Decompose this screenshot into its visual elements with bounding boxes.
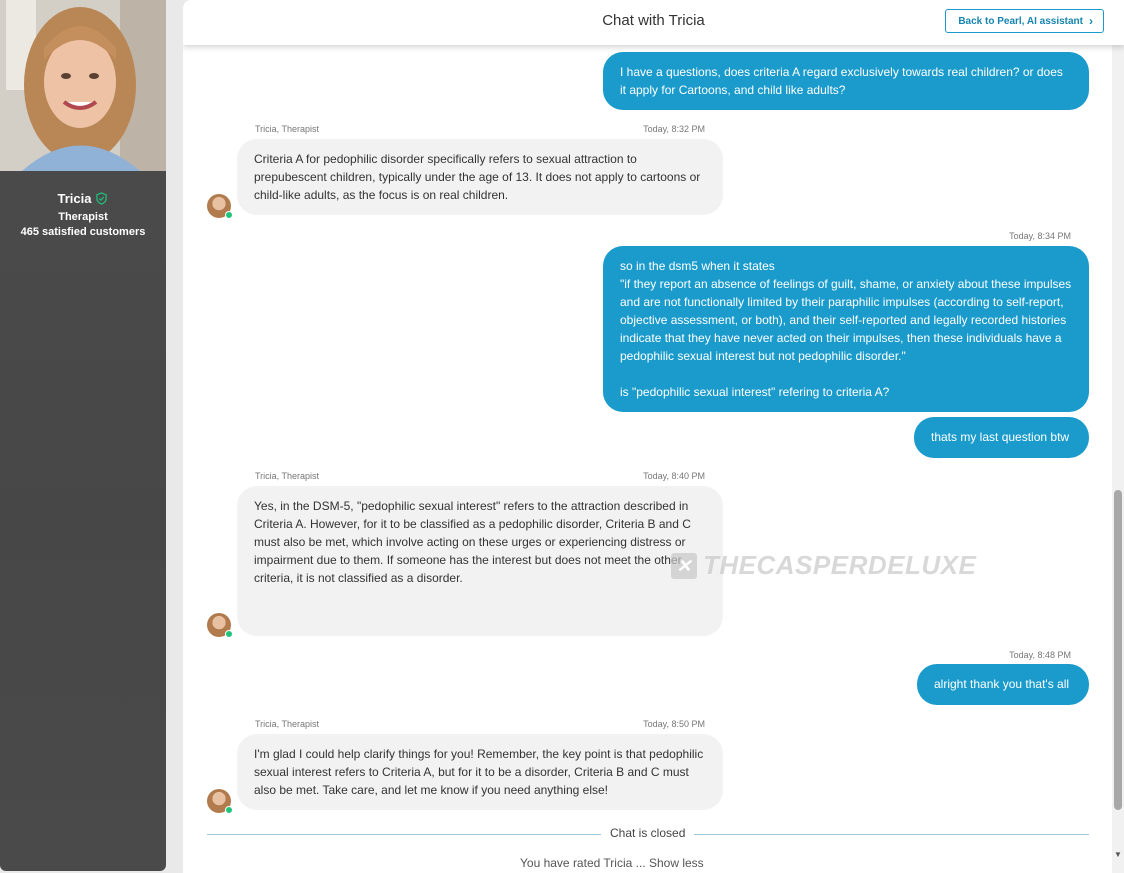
online-status-dot bbox=[225, 211, 233, 219]
message-list[interactable]: I have a questions, does criteria A rega… bbox=[183, 0, 1124, 873]
therapist-avatar bbox=[207, 789, 233, 814]
therapist-role: Therapist bbox=[58, 211, 108, 223]
divider-right bbox=[694, 834, 1089, 835]
therapist-photo bbox=[0, 0, 166, 171]
message-timestamp: Today, 8:32 PM bbox=[643, 124, 705, 134]
user-message: I have a questions, does criteria A rega… bbox=[603, 52, 1089, 110]
message-text: Criteria A for pedophilic disorder speci… bbox=[254, 152, 701, 202]
rating-notice: You have rated Tricia ... Show less bbox=[520, 856, 704, 870]
therapist-sidebar: Tricia Therapist 465 satisfied customers bbox=[0, 0, 166, 871]
message-text: alright thank you that's all bbox=[934, 677, 1070, 691]
user-message: so in the dsm5 when it states "if they r… bbox=[603, 246, 1089, 412]
chat-header: Chat with Tricia Back to Pearl, AI assis… bbox=[183, 0, 1124, 45]
message-timestamp: Today, 8:34 PM bbox=[1009, 231, 1071, 241]
therapist-name-row: Tricia bbox=[58, 191, 109, 206]
therapist-avatar bbox=[207, 613, 233, 638]
message-timestamp: Today, 8:50 PM bbox=[643, 719, 705, 729]
therapist-profile: Tricia Therapist 465 satisfied customers bbox=[0, 190, 166, 238]
message-text: I'm glad I could help clarify things for… bbox=[254, 747, 704, 797]
back-to-assistant-button[interactable]: Back to Pearl, AI assistant › bbox=[945, 9, 1104, 33]
message-sender: Tricia, Therapist bbox=[255, 719, 320, 729]
divider-left bbox=[207, 834, 601, 835]
message-timestamp: Today, 8:40 PM bbox=[643, 471, 705, 481]
watermark-logo-icon: ✕ bbox=[671, 552, 697, 579]
message-quote: "if they report an absence of feelings o… bbox=[620, 277, 1072, 363]
therapist-message: I'm glad I could help clarify things for… bbox=[237, 734, 723, 810]
therapist-name: Tricia bbox=[57, 191, 92, 206]
watermark: ✕ THECASPERDELUXE bbox=[671, 550, 976, 581]
therapist-avatar bbox=[207, 194, 233, 219]
therapist-message: Yes, in the DSM-5, "pedophilic sexual in… bbox=[237, 486, 723, 636]
message-sender: Tricia, Therapist bbox=[255, 124, 320, 134]
watermark-text: THECASPERDELUXE bbox=[703, 550, 977, 580]
scrollbar[interactable]: ▲ ▼ bbox=[1112, 0, 1124, 873]
online-status-dot bbox=[225, 806, 233, 814]
therapist-message: Criteria A for pedophilic disorder speci… bbox=[237, 139, 723, 215]
message-text-line: is "pedophilic sexual interest" refering… bbox=[620, 385, 890, 399]
online-status-dot bbox=[225, 630, 233, 638]
user-message: thats my last question btw bbox=[914, 417, 1089, 458]
message-text-line: so in the dsm5 when it states bbox=[620, 259, 775, 273]
chevron-right-icon: › bbox=[1089, 14, 1093, 28]
chat-closed-label: Chat is closed bbox=[610, 826, 686, 840]
therapist-satisfied-count: 465 satisfied customers bbox=[20, 226, 146, 238]
scroll-down-arrow-icon[interactable]: ▼ bbox=[1114, 850, 1122, 859]
message-sender: Tricia, Therapist bbox=[255, 471, 320, 481]
back-button-label: Back to Pearl, AI assistant bbox=[958, 15, 1083, 27]
chat-panel: I have a questions, does criteria A rega… bbox=[183, 0, 1124, 873]
verified-shield-icon bbox=[96, 192, 108, 205]
message-text: thats my last question btw bbox=[931, 430, 1070, 444]
message-text: I have a questions, does criteria A rega… bbox=[620, 65, 1063, 97]
scrollbar-thumb[interactable] bbox=[1114, 490, 1122, 810]
message-timestamp: Today, 8:48 PM bbox=[1009, 650, 1071, 660]
user-message: alright thank you that's all bbox=[917, 664, 1089, 705]
message-text: Yes, in the DSM-5, "pedophilic sexual in… bbox=[254, 499, 691, 585]
